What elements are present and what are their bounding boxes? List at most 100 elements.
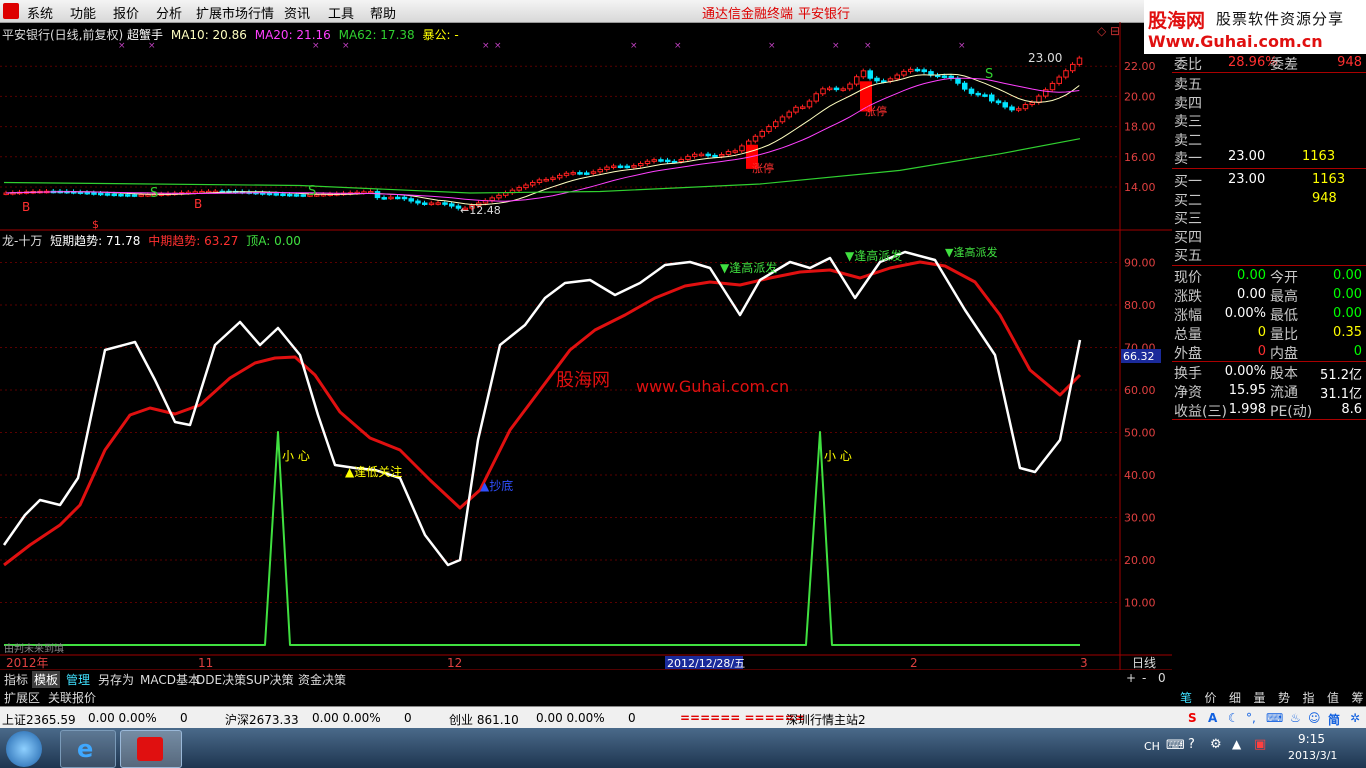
indicator-tab-6[interactable]: SUP决策 [244, 671, 296, 688]
sell-price[interactable]: 23.00 [1228, 149, 1265, 164]
indicator-tab-3[interactable]: 另存为 [96, 671, 136, 688]
hs-index[interactable]: 沪深2673.33 [225, 711, 299, 728]
menu-ext-market[interactable]: 扩展市场行情 [196, 3, 274, 22]
cy-index[interactable]: 创业 861.10 [449, 711, 519, 728]
chart-area[interactable]: 22.0020.0018.0016.0014.0090.0080.0070.00… [0, 22, 1172, 686]
candle-body [719, 154, 725, 157]
menu-tools[interactable]: 工具 [328, 3, 354, 22]
right-tab-4[interactable]: 势 [1276, 689, 1292, 706]
buy-level-label: 买二 [1174, 192, 1202, 209]
candle-body [638, 163, 644, 167]
help-icon[interactable]: ? [1188, 737, 1195, 752]
indicator-tab-7[interactable]: 资金决策 [296, 671, 348, 688]
tab-control-1[interactable]: - [1140, 671, 1148, 685]
ie-taskbar-button[interactable]: e [60, 730, 116, 768]
ime-skin-icon[interactable]: ♨ [1290, 711, 1301, 725]
indicator-tab-4[interactable]: MACD基本 [138, 671, 202, 688]
indicator-tab-0[interactable]: 指标 [2, 671, 30, 688]
window-controls-icon[interactable]: ◇ ⊟ [1097, 24, 1120, 38]
candle-body [752, 135, 759, 142]
tab-control-2[interactable]: 0 [1156, 671, 1168, 685]
ime-moon-icon[interactable]: ☾ [1228, 711, 1239, 725]
candle-body [287, 193, 293, 197]
terminal-link[interactable]: 通达信金融终端 [702, 3, 793, 22]
extension-tab-0[interactable]: 扩展区 [2, 689, 42, 706]
stock-link[interactable]: 平安银行 [798, 3, 850, 22]
buy-price[interactable]: 23.00 [1228, 172, 1265, 187]
settings-icon[interactable]: ⚙ [1210, 737, 1222, 752]
clock-date[interactable]: 2013/3/1 [1288, 749, 1337, 762]
candle-body [678, 158, 684, 162]
ime-tools-icon[interactable]: ✲ [1350, 711, 1360, 725]
stat-value: 0.00 [1237, 268, 1266, 283]
extension-tab-1[interactable]: 关联报价 [46, 689, 98, 706]
stat-label: 外盘 [1174, 346, 1202, 362]
candle-body [854, 76, 860, 85]
menu-system[interactable]: 系统 [27, 3, 53, 22]
ime-user-icon[interactable]: ☺ [1308, 711, 1321, 725]
buy-level-label: 买五 [1174, 248, 1202, 265]
candle-body [381, 197, 387, 200]
ime-a-icon[interactable]: A [1208, 711, 1217, 725]
start-button-icon[interactable] [6, 731, 42, 767]
candle-body [1063, 70, 1069, 78]
lang-indicator[interactable]: CH [1144, 740, 1160, 753]
right-tab-5[interactable]: 指 [1301, 689, 1317, 706]
menu-news[interactable]: 资讯 [284, 3, 310, 22]
server-station[interactable]: 深圳行情主站2 [786, 711, 866, 728]
tdx-taskbar-button[interactable] [120, 730, 182, 768]
right-tab-3[interactable]: 量 [1252, 689, 1268, 706]
candle-body [401, 196, 408, 200]
right-tab-7[interactable]: 筹 [1350, 689, 1366, 706]
candle-body [131, 194, 138, 197]
ind-tick-label: 90.00 [1124, 257, 1156, 270]
menu-help[interactable]: 帮助 [370, 3, 396, 22]
clock-time[interactable]: 9:15 [1298, 732, 1325, 746]
right-tab-0[interactable]: 笔 [1178, 689, 1194, 706]
indicator-tab-2[interactable]: 管理 [64, 671, 92, 688]
logo-line3: Www.Guhai.com.cn [1148, 32, 1323, 51]
sell-label-2: ▼逢高派发 [845, 248, 902, 263]
ime-simplified-icon[interactable]: 简 [1328, 711, 1340, 728]
candle-body [705, 153, 711, 157]
menu-function[interactable]: 功能 [70, 3, 96, 22]
right-tab-1[interactable]: 价 [1203, 689, 1219, 706]
ime-sougou-icon[interactable]: S [1188, 711, 1197, 725]
stat-label: 涨幅 [1174, 308, 1202, 324]
candle-body [442, 202, 448, 205]
menu-analysis[interactable]: 分析 [156, 3, 182, 22]
tab-control-0[interactable]: + [1124, 671, 1138, 685]
xaxis-dec: 12 [447, 656, 462, 670]
candle-body [570, 172, 576, 175]
stat-value: 0.00% [1224, 306, 1266, 321]
buy-volume: 948 [1312, 190, 1337, 206]
candle-body [530, 181, 536, 186]
sh-index[interactable]: 上证2365.59 [2, 711, 76, 728]
indicator-tab-1[interactable]: 模板 [32, 671, 61, 688]
candle-body [1022, 104, 1029, 110]
candle-body [563, 172, 570, 176]
tray-expand-icon[interactable]: ▲ [1232, 737, 1241, 751]
candle-body [496, 194, 502, 199]
ime-punct-icon[interactable]: °, [1246, 711, 1256, 725]
limit-up-label-2: 涨停 [865, 104, 887, 118]
tray-app-icon[interactable]: ▣ [1254, 737, 1266, 752]
candle-body [955, 77, 961, 84]
menu-quote[interactable]: 报价 [113, 3, 139, 22]
xaxis-mar: 3 [1080, 656, 1088, 670]
candle-body [1002, 102, 1008, 108]
price-header: 平安银行(日线,前复权) 超蟹手 MA10: 20.86 MA20: 21.16… [2, 26, 459, 43]
xaxis-nov: 11 [198, 656, 213, 670]
top-a: 顶A: 0.00 [246, 234, 301, 248]
ind-tick-label: 40.00 [1124, 469, 1156, 482]
candle-body [300, 194, 306, 197]
keyboard-icon[interactable]: ⌨ [1166, 738, 1185, 753]
indicator-tab-5[interactable]: DDE决策 [194, 671, 248, 688]
right-tab-6[interactable]: 值 [1325, 689, 1341, 706]
candle-body [806, 100, 813, 108]
right-tab-2[interactable]: 细 [1227, 689, 1243, 706]
ime-keyboard-icon[interactable]: ⌨ [1266, 711, 1283, 725]
candle-body [867, 70, 873, 79]
indicator-lines [2, 250, 1082, 646]
candle-body [732, 150, 738, 153]
